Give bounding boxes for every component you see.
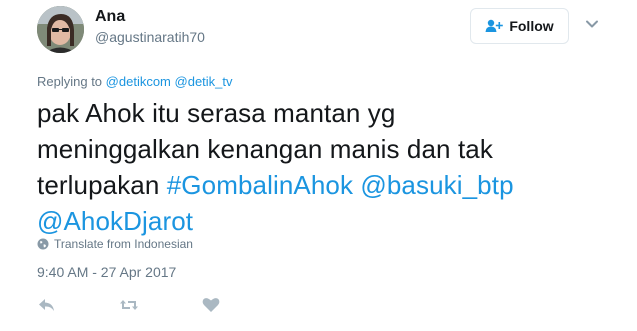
- translate-label: Translate from Indonesian: [54, 237, 193, 251]
- tweet-line-2: meninggalkan kenangan manis dan tak: [37, 134, 493, 164]
- translate-link[interactable]: Translate from Indonesian: [37, 237, 193, 251]
- heart-icon[interactable]: [201, 296, 221, 314]
- reply-mention-detik-tv[interactable]: @detik_tv: [175, 74, 233, 89]
- reply-context: Replying to @detikcom @detik_tv: [37, 74, 233, 89]
- tweet-text: pak Ahok itu serasa mantan yg meninggalk…: [37, 95, 617, 239]
- tweet-timestamp[interactable]: 9:40 AM - 27 Apr 2017: [37, 264, 176, 280]
- tweet-line-3-text: terlupakan: [37, 170, 167, 200]
- mention-basuki-btp[interactable]: @basuki_btp: [360, 170, 513, 200]
- user-handle[interactable]: @agustinaratih70: [95, 29, 205, 45]
- tweet-line-1: pak Ahok itu serasa mantan yg: [37, 98, 396, 128]
- globe-icon: [37, 238, 49, 250]
- avatar-photo: [37, 6, 84, 53]
- display-name[interactable]: Ana: [95, 8, 125, 26]
- tweet-line-4: @AhokDjarot: [37, 203, 617, 239]
- retweet-icon[interactable]: [119, 296, 139, 314]
- add-user-icon: [485, 19, 504, 32]
- chevron-down-icon[interactable]: [585, 17, 599, 31]
- reply-icon[interactable]: [37, 296, 57, 314]
- hashtag-link[interactable]: #GombalinAhok: [167, 170, 353, 200]
- follow-button[interactable]: Follow: [470, 8, 569, 44]
- avatar[interactable]: [37, 6, 84, 53]
- tweet-line-3: terlupakan #GombalinAhok @basuki_btp: [37, 167, 617, 203]
- follow-button-label: Follow: [509, 18, 554, 34]
- reply-context-prefix: Replying to: [37, 74, 103, 89]
- reply-mention-detikcom[interactable]: @detikcom: [106, 74, 171, 89]
- mention-ahokdjarot[interactable]: @AhokDjarot: [37, 206, 193, 236]
